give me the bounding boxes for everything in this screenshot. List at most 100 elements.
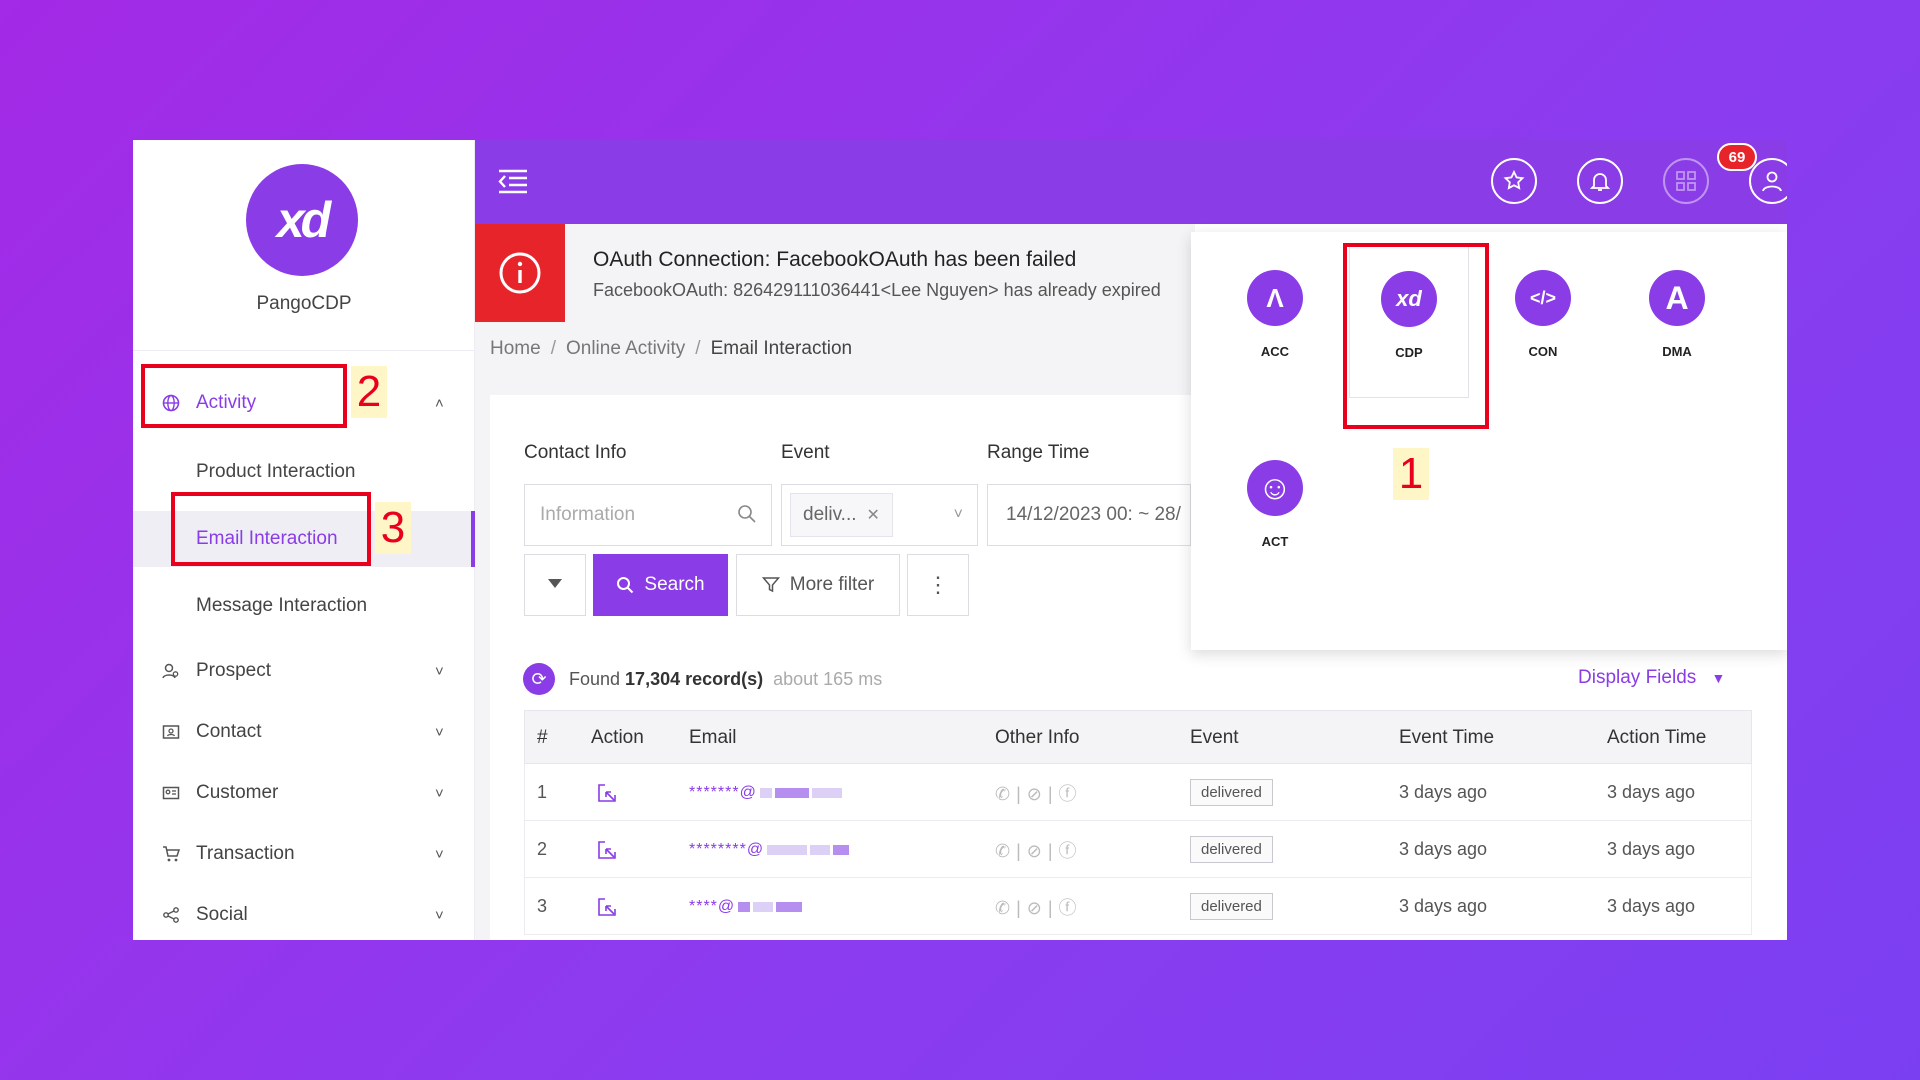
event-tag-label: deliv... xyxy=(803,504,857,525)
event-time: 3 days ago xyxy=(1399,896,1488,916)
app-tile-act[interactable]: ☺ ACT xyxy=(1215,436,1335,556)
info-icon xyxy=(499,252,541,294)
annotation-box-3 xyxy=(171,492,371,566)
found-prefix: Found xyxy=(569,668,621,689)
chevron-down-icon: ˅ xyxy=(435,723,444,741)
app-tile-acc[interactable]: Λ ACC xyxy=(1215,246,1335,366)
column-header: Other Info xyxy=(995,727,1080,748)
close-icon[interactable]: ✕ xyxy=(867,505,880,525)
row-number: 2 xyxy=(537,839,548,859)
app-tile-label: CON xyxy=(1528,344,1558,359)
results-summary: ⟳ Found 17,304 record(s) about 165 ms xyxy=(523,662,882,696)
more-filter-button[interactable]: More filter xyxy=(736,554,900,616)
sidebar-item-prospect[interactable]: Prospect ˅ xyxy=(133,646,475,696)
column-header: Event Time xyxy=(1399,727,1495,748)
app-tile-con[interactable]: </> CON xyxy=(1483,246,1603,366)
annotation-number-2: 2 xyxy=(351,366,387,418)
breadcrumb: Home / Online Activity / Email Interaction xyxy=(490,338,853,359)
table-header: # Action Email Other Info Event Event Ti… xyxy=(524,710,1752,764)
search-button-label: Search xyxy=(644,574,705,595)
chevron-down-icon[interactable]: ˅ xyxy=(954,506,963,524)
contact-info-placeholder: Information xyxy=(540,504,636,525)
act-icon: ☺ xyxy=(1247,460,1303,516)
range-time-input[interactable]: 14/12/2023 00: ~ 28/ xyxy=(987,484,1191,546)
oauth-alert: OAuth Connection: FacebookOAuth has been… xyxy=(475,224,1195,322)
breadcrumb-home[interactable]: Home xyxy=(490,338,541,359)
sidebar-item-contact[interactable]: Contact ˅ xyxy=(133,707,475,757)
sidebar-item-social[interactable]: Social ˅ xyxy=(133,890,475,940)
more-filter-label: More filter xyxy=(789,574,875,595)
column-header: Action Time xyxy=(1607,727,1707,748)
chevron-down-icon: ˅ xyxy=(435,906,444,924)
alert-title: OAuth Connection: FacebookOAuth has been… xyxy=(593,248,1077,271)
con-icon: </> xyxy=(1515,270,1571,326)
search-button[interactable]: Search xyxy=(593,554,728,616)
chevron-down-icon: ˅ xyxy=(435,784,444,802)
contact-info-input[interactable]: Information xyxy=(524,484,772,546)
column-header: Action xyxy=(591,727,644,748)
action-time: 3 days ago xyxy=(1607,839,1696,859)
customer-card-icon xyxy=(161,783,181,803)
filter-toggle-button[interactable] xyxy=(524,554,586,616)
record-count: 17,304 record(s) xyxy=(625,668,764,689)
column-header: Email xyxy=(689,727,737,748)
more-options-button[interactable]: ⋮ xyxy=(907,554,969,616)
app-tile-label: ACT xyxy=(1261,534,1289,549)
event-cell: delivered xyxy=(1190,764,1273,821)
sidebar-item-customer[interactable]: Customer ˅ xyxy=(133,768,475,818)
range-time-label: Range Time xyxy=(987,442,1090,463)
sidebar-subitem-message-interaction[interactable]: Message Interaction xyxy=(133,578,475,634)
sidebar-subitem-label: Message Interaction xyxy=(196,595,368,616)
table-row[interactable]: 3 ****@ ✆|⊘|ⓕ delivered 3 days ago 3 day… xyxy=(524,878,1752,935)
refresh-icon[interactable]: ⟳ xyxy=(523,663,555,695)
top-bar: 69 xyxy=(475,140,1787,224)
column-header: # xyxy=(537,727,548,748)
event-time: 3 days ago xyxy=(1399,839,1488,859)
display-fields-label: Display Fields xyxy=(1578,667,1697,688)
funnel-icon xyxy=(761,576,780,594)
table-row[interactable]: 1 *******@ ✆|⊘|ⓕ delivered 3 days ago 3 … xyxy=(524,764,1752,821)
sidebar-item-label: Prospect xyxy=(196,660,271,681)
apps-grid-icon[interactable] xyxy=(1663,158,1709,204)
annotation-box-1 xyxy=(1343,243,1489,429)
open-detail-icon[interactable] xyxy=(597,821,617,878)
app-logo[interactable]: xd xyxy=(246,164,358,276)
favorite-apps-icon[interactable] xyxy=(1491,158,1537,204)
dma-icon: A xyxy=(1649,270,1705,326)
event-label: Event xyxy=(781,442,830,463)
app-name: PangoCDP xyxy=(256,293,352,314)
query-timing: about 165 ms xyxy=(773,668,883,689)
alert-icon-area xyxy=(475,224,565,322)
kebab-icon: ⋮ xyxy=(927,572,949,597)
other-info-icons: ✆|⊘|ⓕ xyxy=(995,840,1083,861)
column-header: Event xyxy=(1190,727,1239,748)
open-detail-icon[interactable] xyxy=(597,764,617,821)
chevron-down-icon: ˅ xyxy=(435,662,444,680)
app-tile-dma[interactable]: A DMA xyxy=(1617,246,1737,366)
event-select[interactable]: deliv... ✕ ˅ xyxy=(781,484,978,546)
event-cell: delivered xyxy=(1190,878,1273,935)
sidebar-subitem-label: Product Interaction xyxy=(196,461,356,482)
masked-email: ********@ xyxy=(689,840,765,858)
event-badge: delivered xyxy=(1190,893,1273,920)
share-icon xyxy=(161,905,181,925)
menu-icon[interactable] xyxy=(497,166,529,198)
open-detail-icon[interactable] xyxy=(597,878,617,935)
bell-icon[interactable] xyxy=(1577,158,1623,204)
event-badge: delivered xyxy=(1190,779,1273,806)
acc-icon: Λ xyxy=(1247,270,1303,326)
user-icon[interactable] xyxy=(1749,158,1787,204)
sidebar-item-label: Customer xyxy=(196,782,279,803)
contact-info-label: Contact Info xyxy=(524,442,627,463)
event-tag: deliv... ✕ xyxy=(790,493,893,537)
event-time: 3 days ago xyxy=(1399,782,1488,802)
row-number: 1 xyxy=(537,782,548,802)
sidebar-item-transaction[interactable]: Transaction ˅ xyxy=(133,829,475,879)
display-fields-button[interactable]: Display Fields ▼ xyxy=(1578,667,1725,689)
email-cell: *******@ xyxy=(689,764,842,821)
breadcrumb-online-activity[interactable]: Online Activity xyxy=(566,338,685,359)
contact-card-icon xyxy=(161,722,181,742)
sidebar-item-label: Social xyxy=(196,904,248,925)
chevron-up-icon: ˄ xyxy=(435,394,444,412)
table-row[interactable]: 2 ********@ ✆|⊘|ⓕ delivered 3 days ago 3… xyxy=(524,821,1752,878)
